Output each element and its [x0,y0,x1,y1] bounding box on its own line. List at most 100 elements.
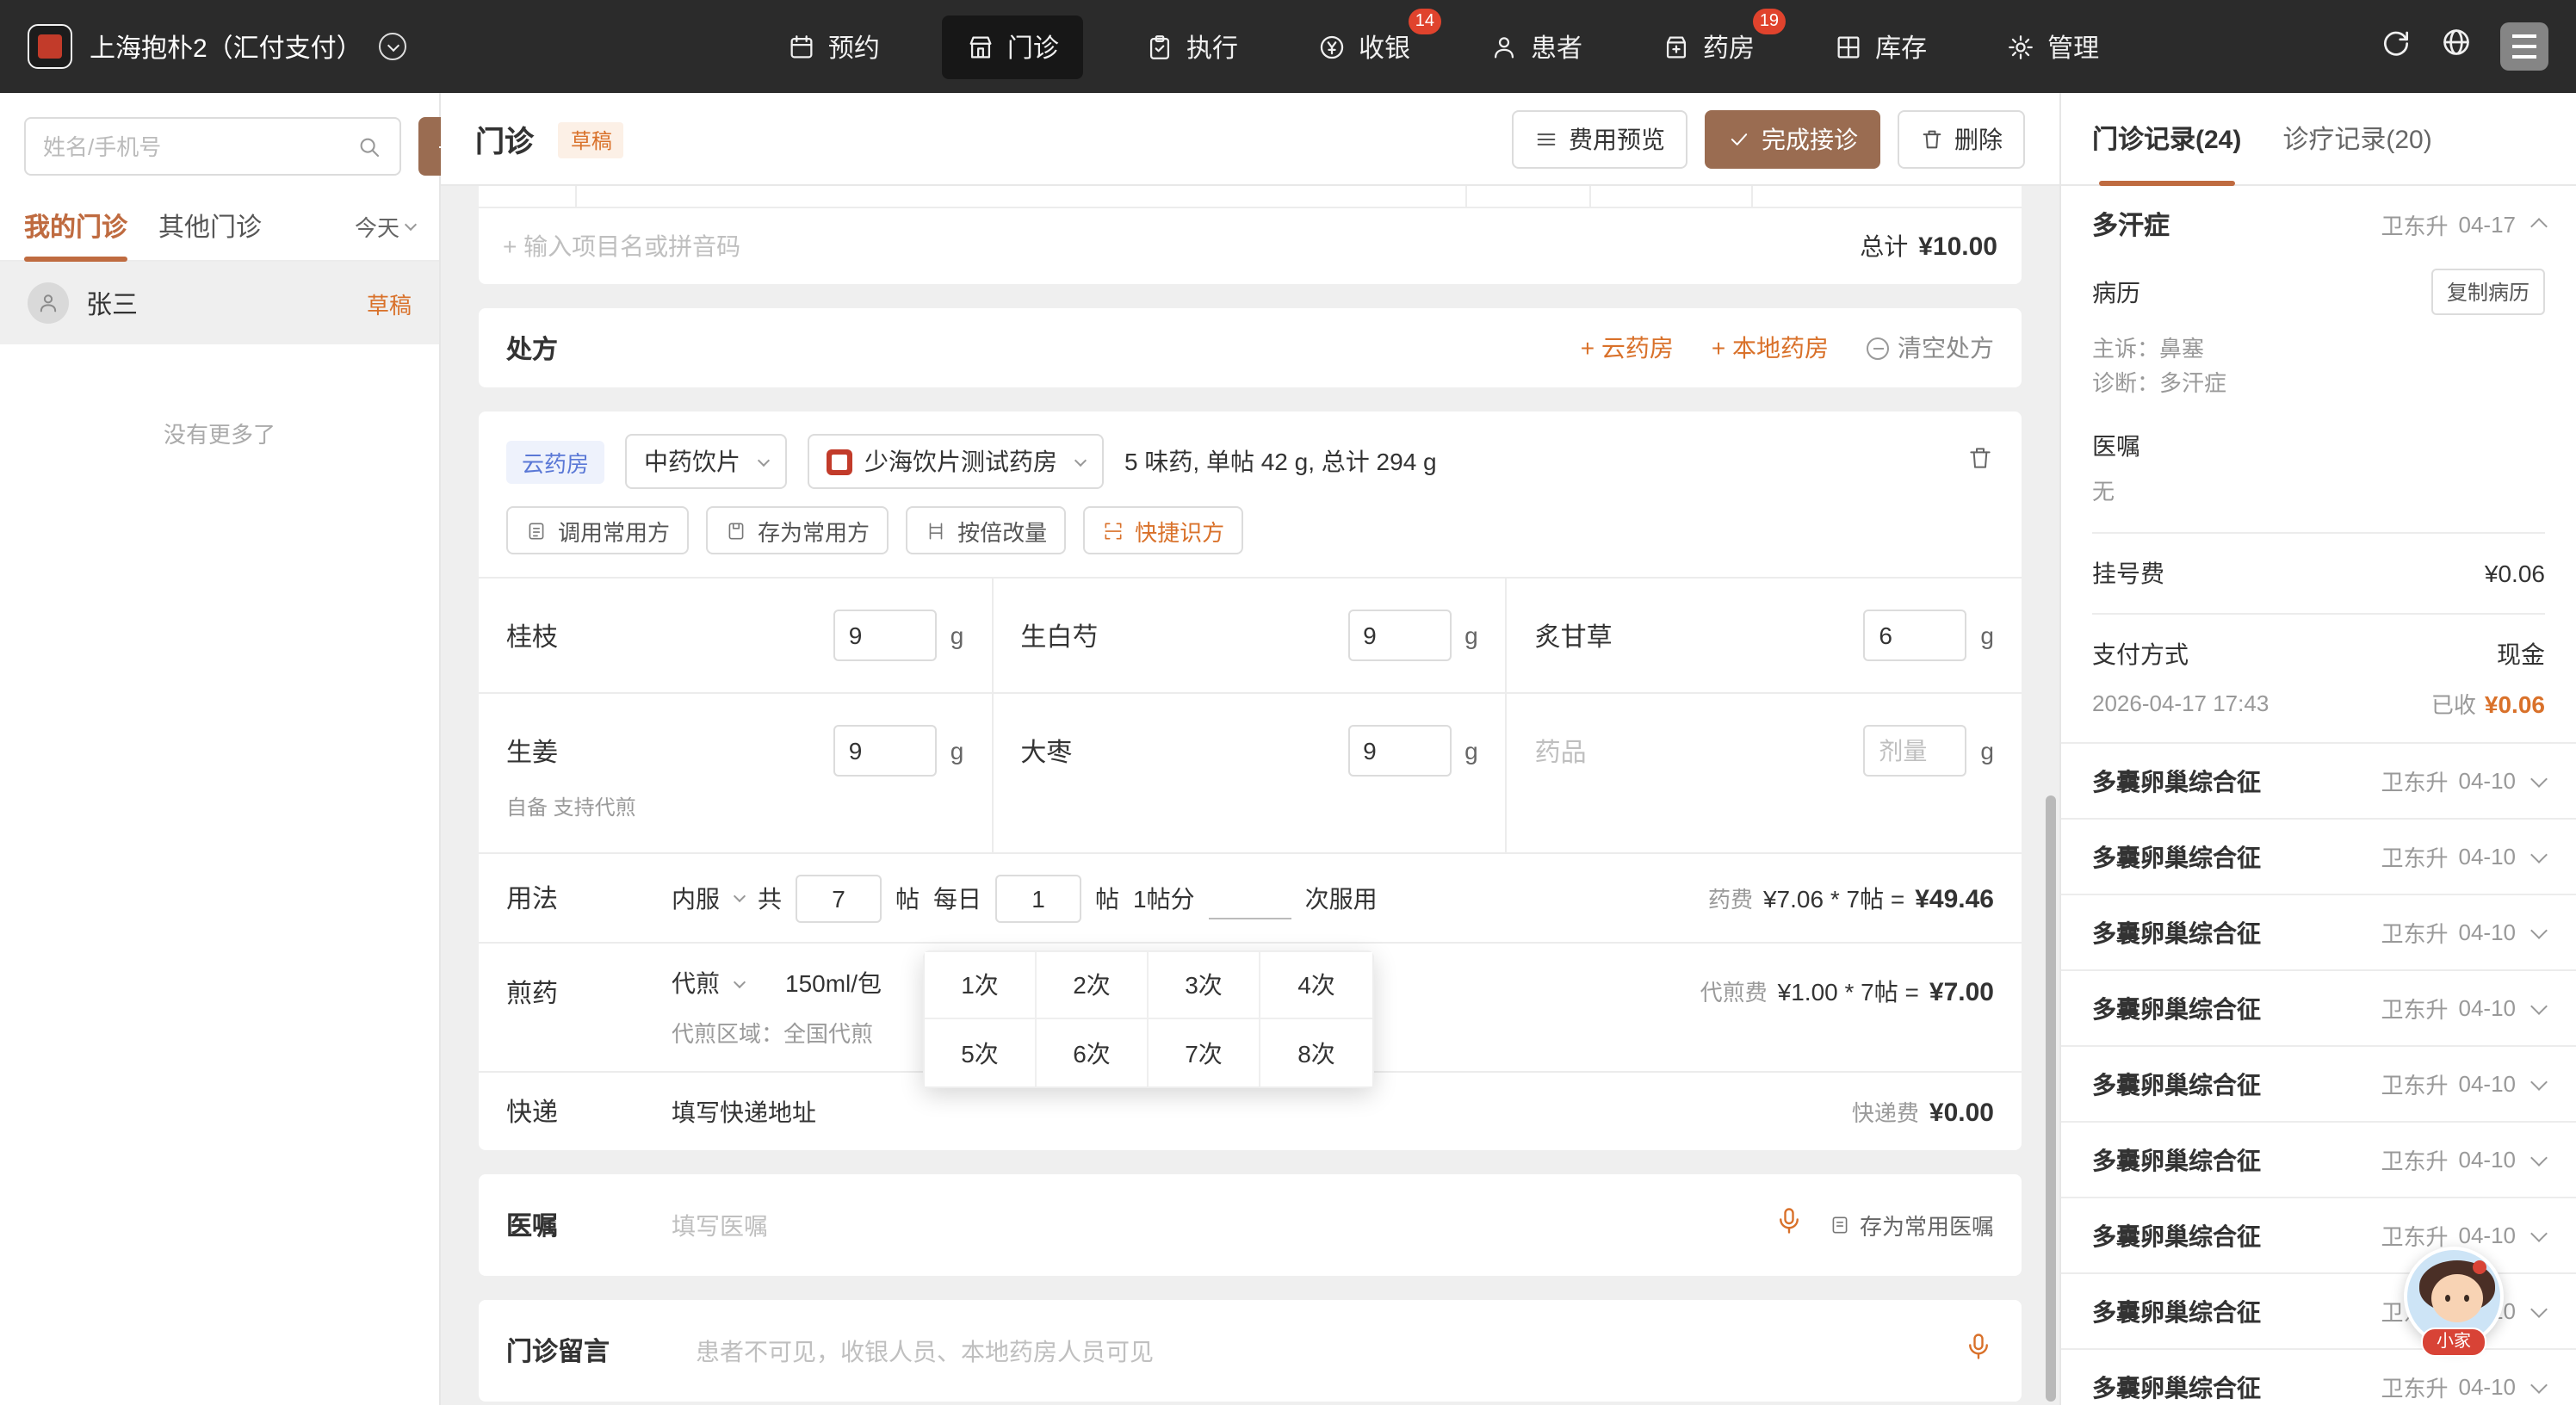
chief-complaint: 主诉：鼻塞 [2092,332,2545,367]
tab-other-outpatient[interactable]: 其他门诊 [158,192,262,261]
nav-item-cashier[interactable]: 14 收银 [1300,15,1427,78]
decoct-method-select[interactable]: 代煎 [672,966,744,1000]
herb-type-select[interactable]: 中药饮片 [625,434,787,489]
date-filter-label: 今天 [355,210,399,243]
times-option[interactable]: 5次 [925,1019,1037,1086]
tab-my-outpatient[interactable]: 我的门诊 [24,192,127,261]
date-filter[interactable]: 今天 [355,210,415,243]
toolbar-label: 存为常用方 [758,514,870,547]
times-option[interactable]: 6次 [1037,1019,1149,1086]
delete-button[interactable]: 删除 [1898,109,2025,168]
fee-preview-label: 费用预览 [1569,121,1665,156]
nav-item-outpatient[interactable]: 门诊 [942,15,1083,78]
delivery-label: 快递 [506,1093,672,1130]
times-option[interactable]: 2次 [1037,952,1149,1019]
herb-name-placeholder[interactable]: 药品 [1535,733,1587,769]
records-sidebar: 门诊记录(24) 诊疗记录(20) 多汗症 卫东升 04-17 病历 [2059,93,2576,1405]
pharmacy-select[interactable]: 少海饮片测试药房 [808,434,1104,489]
quick-recognize-button[interactable]: 快捷识方 [1083,506,1243,554]
vertical-scrollbar[interactable] [2046,795,2056,1402]
delete-label: 删除 [1954,121,2003,156]
nav-item-appointments[interactable]: 预约 [770,15,897,78]
advice-label: 医嘱 [506,1207,672,1243]
menu-icon[interactable] [2500,22,2548,71]
list-icon [1534,127,1558,151]
herb-type-value: 中药饮片 [644,444,740,479]
record-item[interactable]: 多囊卵巢综合征 卫东升04-10 [2061,1348,2576,1405]
record-title: 多囊卵巢综合征 [2092,915,2261,950]
nav-item-inventory[interactable]: 库存 [1817,15,1944,78]
clinic-switcher[interactable]: 上海抱朴2（汇付支付） [28,24,544,69]
times-option[interactable]: 7次 [1149,1019,1260,1086]
nav-item-pharmacy[interactable]: 19 药房 [1644,15,1772,78]
clinic-switch-icon[interactable] [380,33,407,60]
load-common-rx-button[interactable]: 调用常用方 [506,506,689,554]
add-local-pharmacy-link[interactable]: + 本地药房 [1712,331,1829,365]
record-item[interactable]: 多囊卵巢综合征 卫东升04-10 [2061,969,2576,1045]
record-item[interactable]: 多囊卵巢综合征 卫东升04-10 [2061,894,2576,969]
pack-size-select[interactable]: 150ml/包 [785,966,882,1000]
advice-input[interactable] [672,1211,1774,1239]
herb-cell: 炙甘草 g [1508,579,2022,694]
route-select[interactable]: 内服 [672,881,744,915]
nav-item-management[interactable]: 管理 [1989,15,2116,78]
assistant-widget[interactable]: 小家 [2404,1247,2504,1346]
times-option[interactable]: 4次 [1260,952,1372,1019]
item-search-input[interactable] [503,232,1860,260]
check-icon [1727,127,1751,151]
save-common-advice-button[interactable]: 存为常用医嘱 [1829,1209,1994,1241]
coin-icon [1317,32,1347,61]
nav-item-patients[interactable]: 患者 [1472,15,1600,78]
usage-content: 内服 共 帖 每日 帖 1帖分 次服用 [672,874,1378,922]
herb-qty-input[interactable] [833,610,937,661]
patient-list-item[interactable]: 张三 草稿 [0,262,439,344]
tab-treatment-records[interactable]: 诊疗记录(20) [2282,92,2431,185]
herb-qty-input[interactable] [1863,610,1966,661]
assistant-face [2431,1274,2483,1322]
outpatient-main: 门诊 草稿 费用预览 完成接诊 删除 [441,93,2059,1405]
herb-qty-input[interactable] [1347,610,1451,661]
record-item[interactable]: 多囊卵巢综合征 卫东升04-10 [2061,742,2576,818]
calendar-icon [787,32,816,61]
fee-expression: ¥1.00 * 7帖 = [1778,975,1919,1009]
record-item[interactable]: 多囊卵巢综合征 卫东升04-10 [2061,1121,2576,1197]
clear-prescription-link[interactable]: 清空处方 [1867,331,1994,365]
nav-item-execution[interactable]: 执行 [1128,15,1255,78]
pharmacy-badge: 19 [1753,8,1786,34]
record-item[interactable]: 多囊卵巢综合征 卫东升04-10 [2061,1045,2576,1121]
record-item[interactable]: 多囊卵巢综合征 卫东升04-10 [2061,818,2576,894]
patient-search-input[interactable] [43,133,346,159]
finish-reception-button[interactable]: 完成接诊 [1705,109,1880,168]
globe-icon[interactable] [2440,26,2473,67]
message-input[interactable] [696,1337,1963,1365]
tab-outpatient-records[interactable]: 门诊记录(24) [2092,92,2241,185]
microphone-icon[interactable] [1963,1331,1994,1371]
decoct-content: 代煎 150ml/包 代煎区域：全国代煎 [672,966,882,1049]
scale-dose-button[interactable]: 按倍改量 [906,506,1066,554]
delete-prescription-icon[interactable] [1966,443,1994,480]
chevron-up-icon [2530,217,2548,234]
record-doctor: 卫东升 [2381,1068,2448,1100]
times-option[interactable]: 8次 [1260,1019,1372,1086]
refresh-icon[interactable] [2380,26,2412,67]
add-cloud-pharmacy-link[interactable]: + 云药房 [1581,331,1674,365]
herb-qty-input[interactable] [1863,725,1966,777]
copy-case-button[interactable]: 复制病历 [2431,269,2545,315]
main-nav: 预约 门诊 执行 14 收银 患者 19 药房 [565,15,2321,78]
herb-qty-input[interactable] [833,725,937,777]
save-common-rx-button[interactable]: 存为常用方 [706,506,889,554]
record-header[interactable]: 多汗症 卫东升 04-17 [2092,186,2545,262]
delivery-address-field[interactable]: 填写快递地址 [672,1094,816,1129]
assistant-eye [2445,1295,2450,1302]
fee-preview-button[interactable]: 费用预览 [1512,109,1687,168]
microphone-icon[interactable] [1774,1205,1805,1245]
times-per-tie-input[interactable] [1209,877,1291,919]
clipboard-icon [1145,32,1174,61]
times-option[interactable]: 3次 [1149,952,1260,1019]
clear-prescription-label: 清空处方 [1898,331,1994,365]
daily-ties-input[interactable] [995,874,1081,922]
save-common-advice-label: 存为常用医嘱 [1860,1209,1994,1241]
times-option[interactable]: 1次 [925,952,1037,1019]
herb-qty-input[interactable] [1347,725,1451,777]
total-ties-input[interactable] [796,874,882,922]
